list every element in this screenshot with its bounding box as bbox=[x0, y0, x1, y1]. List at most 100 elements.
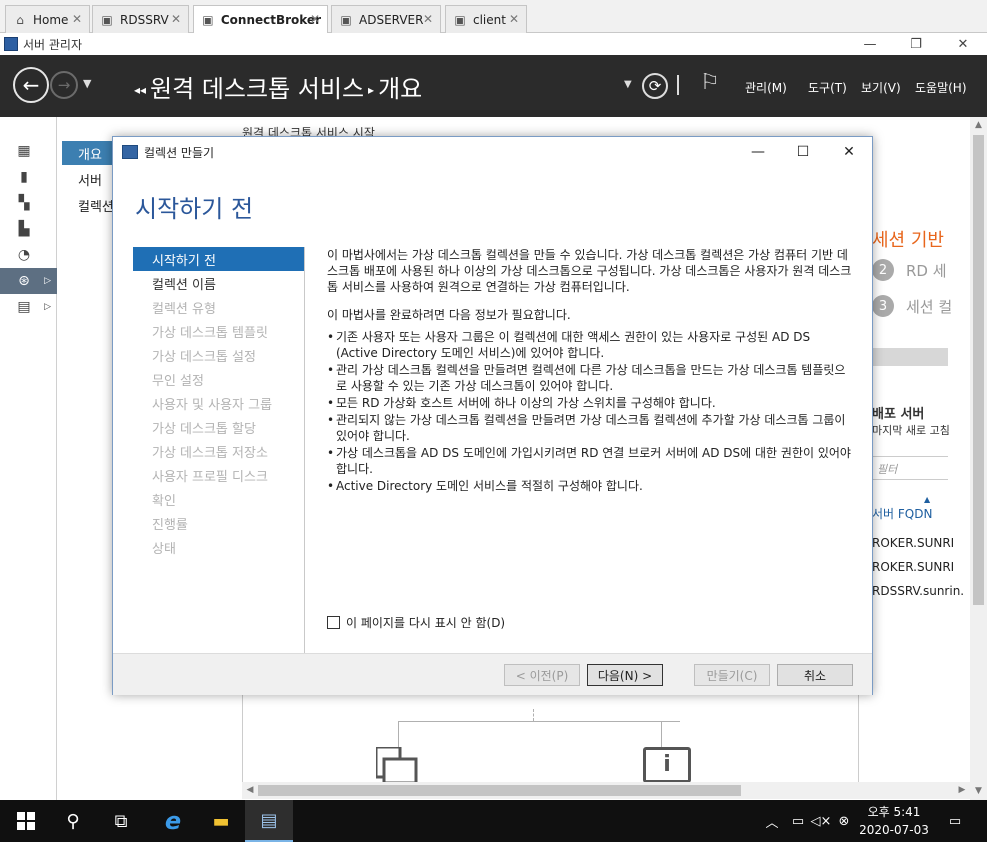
expand-icon[interactable]: ▷ bbox=[44, 276, 51, 286]
subnav-servers[interactable]: 서버 bbox=[62, 167, 114, 191]
vm-tab-label: ADSERVER bbox=[359, 12, 424, 27]
menu-view[interactable]: 보기(V) bbox=[861, 79, 901, 96]
wizard-steps: 시작하기 전 컬렉션 이름 컬렉션 유형 가상 데스크톱 템플릿 가상 데스크톱… bbox=[133, 247, 305, 683]
expand-icon[interactable]: ▷ bbox=[44, 302, 51, 312]
volume-muted-icon[interactable]: ◁× bbox=[810, 800, 832, 842]
diagram-connector bbox=[398, 721, 680, 722]
cancel-button[interactable]: 취소 bbox=[777, 664, 853, 686]
scrollbar-thumb[interactable] bbox=[973, 135, 984, 605]
scroll-left-icon[interactable]: ◀ bbox=[242, 782, 258, 799]
nav-ad-ds[interactable]: ▙ bbox=[0, 216, 57, 242]
folder-icon: ▬ bbox=[212, 810, 230, 832]
file-explorer-button[interactable]: ▬ bbox=[197, 800, 245, 842]
step-number: 2 bbox=[872, 259, 894, 281]
scrollbar-thumb[interactable] bbox=[258, 785, 741, 796]
info-node-icon[interactable]: i bbox=[643, 747, 691, 783]
close-icon[interactable]: ✕ bbox=[72, 12, 82, 26]
vm-tab-rdssrv[interactable]: ▣ RDSSRV ✕ bbox=[92, 5, 189, 33]
vm-tab-adserver[interactable]: ▣ ADSERVER ✕ bbox=[331, 5, 441, 33]
scroll-right-icon[interactable]: ▶ bbox=[954, 782, 970, 799]
vm-tab-label: ConnectBroker bbox=[220, 12, 321, 27]
server-manager-taskbar-button[interactable]: ▤ bbox=[245, 800, 293, 842]
dialog-minimize-button[interactable]: — bbox=[735, 137, 781, 167]
scroll-down-icon[interactable]: ▼ bbox=[970, 783, 987, 800]
search-button[interactable]: ⚲ bbox=[49, 800, 97, 842]
dont-show-again-checkbox[interactable]: 이 페이지를 다시 표시 안 함(D) bbox=[327, 614, 505, 631]
taskbar: ⚲ ⧉ e ▬ ▤ ︿ ▭ ◁× ⊗ 오후 5:41 2020-07-03 ▭ bbox=[0, 800, 987, 842]
vm-tab-connectbroker[interactable]: ▣ ConnectBroker ✕ bbox=[193, 5, 328, 33]
task-view-button[interactable]: ⧉ bbox=[97, 800, 145, 842]
chevron-down-icon[interactable]: ▼ bbox=[624, 79, 632, 90]
wizard-step: 사용자 프로필 디스크 bbox=[152, 469, 268, 485]
table-row[interactable]: ROKER.SUNRI bbox=[872, 560, 954, 574]
internet-explorer-button[interactable]: e bbox=[149, 800, 197, 842]
nav-remote-desktop[interactable]: ⊛ ▷ bbox=[0, 268, 57, 294]
file-storage-icon: ▤ bbox=[17, 299, 31, 315]
vm-tab-client[interactable]: ▣ client ✕ bbox=[445, 5, 527, 33]
vm-icon: ▣ bbox=[340, 12, 352, 27]
nav-local-server[interactable]: ▮ bbox=[0, 164, 57, 190]
checkbox-box[interactable] bbox=[327, 616, 340, 629]
close-icon[interactable]: ✕ bbox=[423, 12, 433, 26]
menu-manage[interactable]: 관리(M) bbox=[745, 79, 787, 96]
clock[interactable]: 오후 5:41 2020-07-03 bbox=[852, 803, 936, 839]
wizard-step: 사용자 및 사용자 그룹 bbox=[152, 397, 273, 413]
vm-tab-label: Home bbox=[33, 12, 69, 27]
restore-button[interactable]: ❐ bbox=[893, 33, 939, 55]
wizard-step[interactable]: 컬렉션 이름 bbox=[133, 271, 304, 295]
create-button[interactable]: 만들기(C) bbox=[694, 664, 770, 686]
scroll-up-icon[interactable]: ▲ bbox=[970, 117, 987, 134]
dialog-maximize-button[interactable]: ☐ bbox=[780, 137, 826, 167]
vm-tab-bar: ⌂ Home ✕ ▣ RDSSRV ✕ ▣ ConnectBroker ✕ ▣ … bbox=[0, 0, 987, 33]
network-icon[interactable]: ▭ bbox=[787, 800, 809, 842]
vertical-scrollbar[interactable]: ▲ ▼ bbox=[970, 117, 987, 800]
minimize-button[interactable]: — bbox=[847, 33, 893, 55]
menu-tools[interactable]: 도구(T) bbox=[808, 79, 847, 96]
close-icon[interactable]: ✕ bbox=[509, 12, 519, 26]
subnav-overview[interactable]: 개요 bbox=[62, 141, 114, 165]
subnav-collections[interactable]: 컬렉션 bbox=[62, 193, 114, 217]
dialog-close-button[interactable]: ✕ bbox=[826, 137, 872, 167]
quick-start-step[interactable]: 2 RD 세 bbox=[872, 259, 972, 281]
column-header-fqdn[interactable]: 서버 FQDN ▲ bbox=[872, 495, 932, 522]
previous-button[interactable]: < 이전(P) bbox=[504, 664, 580, 686]
next-button[interactable]: 다음(N) > bbox=[587, 664, 663, 686]
show-hidden-icons-button[interactable]: ︿ bbox=[764, 800, 780, 842]
table-row[interactable]: ROKER.SUNRI bbox=[872, 536, 954, 550]
wizard-step: 가상 데스크톱 템플릿 bbox=[152, 325, 268, 341]
back-button[interactable]: ← bbox=[13, 67, 49, 103]
task-view-icon: ⧉ bbox=[114, 810, 128, 832]
notifications-icon[interactable]: ▭ bbox=[944, 800, 966, 842]
server-node-icon[interactable] bbox=[374, 745, 418, 785]
refresh-button[interactable]: ⟳ bbox=[642, 73, 668, 99]
close-button[interactable]: ✕ bbox=[940, 33, 986, 55]
nav-file-storage[interactable]: ▤ ▷ bbox=[0, 294, 57, 320]
breadcrumb-parent[interactable]: 원격 데스크톱 서비스 bbox=[150, 75, 364, 103]
notifications-flag-icon[interactable]: ⚐ bbox=[700, 70, 720, 95]
history-dropdown-icon[interactable]: ▼ bbox=[83, 77, 91, 90]
wizard-step: 상태 bbox=[152, 541, 176, 557]
diagram-connector bbox=[533, 709, 534, 721]
nav-dashboard[interactable]: ▦ bbox=[0, 138, 57, 164]
windows-logo-icon bbox=[17, 812, 35, 830]
wizard-step[interactable]: 시작하기 전 bbox=[133, 247, 304, 271]
clock-time: 오후 5:41 bbox=[867, 805, 921, 819]
nav-file-services[interactable]: ◔ bbox=[0, 242, 57, 268]
step-label: RD 세 bbox=[906, 261, 947, 280]
action-center-error-icon[interactable]: ⊗ bbox=[834, 800, 854, 842]
close-icon[interactable]: ✕ bbox=[171, 12, 181, 26]
table-row[interactable]: RDSSRV.sunrin. bbox=[872, 584, 964, 598]
vm-tab-home[interactable]: ⌂ Home ✕ bbox=[5, 5, 90, 33]
menu-help[interactable]: 도움말(H) bbox=[915, 79, 967, 96]
wizard-step: 가상 데스크톱 할당 bbox=[152, 421, 256, 437]
home-icon: ⌂ bbox=[16, 12, 24, 27]
forward-button[interactable]: → bbox=[50, 71, 78, 99]
local-server-icon: ▮ bbox=[20, 169, 28, 185]
start-button[interactable] bbox=[2, 800, 50, 842]
quick-start-step[interactable]: 3 세션 컬 bbox=[872, 295, 972, 317]
horizontal-scrollbar[interactable]: ◀ ▶ bbox=[242, 782, 970, 799]
nav-all-servers[interactable]: ▚ bbox=[0, 190, 57, 216]
close-icon[interactable]: ✕ bbox=[310, 12, 320, 26]
dialog-titlebar: 컬렉션 만들기 — ☐ ✕ bbox=[113, 137, 872, 167]
filter-input[interactable]: 필터 bbox=[872, 456, 948, 480]
